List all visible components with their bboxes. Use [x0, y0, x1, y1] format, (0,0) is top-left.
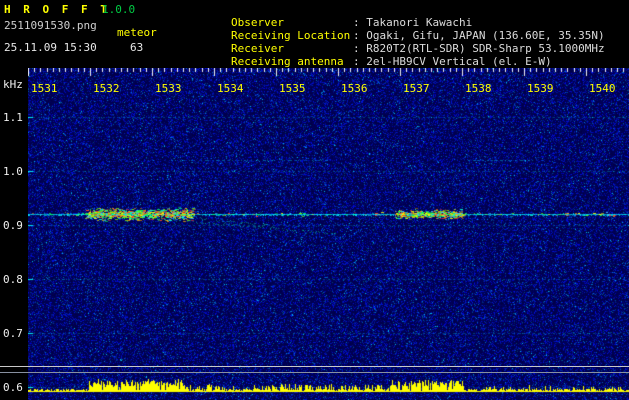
info-value: : 2el-HB9CV Vertical (el. E-W)	[353, 55, 552, 68]
output-filename: 2511091530.png	[4, 19, 97, 32]
app-version: 1.0.0	[102, 3, 135, 16]
x-tick-label: 1538	[465, 82, 492, 95]
y-tick-label: 0.8	[3, 273, 23, 286]
x-tick-label: 1534	[217, 82, 244, 95]
header: H R O F F T 1.0.0 2511091530.png meteor …	[0, 0, 629, 68]
x-tick-label: 1533	[155, 82, 182, 95]
info-label: Receiving antenna	[231, 55, 353, 68]
x-tick-label: 1531	[31, 82, 58, 95]
observer-info-block: Observer: Takanori Kawachi Receiving Loc…	[178, 3, 605, 55]
y-axis-unit: kHz	[3, 78, 23, 91]
timestamp-label: 25.11.09 15:30	[4, 41, 97, 54]
signal-meter-line-lower	[0, 372, 629, 373]
x-tick-label: 1535	[279, 82, 306, 95]
app-title: H R O F F T	[4, 3, 110, 16]
signal-meter-line-upper	[0, 366, 629, 367]
info-label: Receiving Location	[231, 29, 353, 42]
x-tick-label: 1532	[93, 82, 120, 95]
hrofft-output-screen: H R O F F T 1.0.0 2511091530.png meteor …	[0, 0, 629, 400]
info-label: Receiver	[231, 42, 353, 55]
y-tick-label: 0.9	[3, 219, 23, 232]
y-tick-label: 1.1	[3, 111, 23, 124]
info-label: Observer	[231, 16, 353, 29]
x-tick-label: 1540	[589, 82, 616, 95]
info-value: : R820T2(RTL-SDR) SDR-Sharp 53.1000MHz	[353, 42, 605, 55]
x-tick-label: 1537	[403, 82, 430, 95]
y-tick-label: 0.7	[3, 327, 23, 340]
info-row-observer: Observer: Takanori Kawachi	[178, 3, 605, 16]
spectrogram-canvas	[28, 68, 629, 400]
mode-label: meteor	[117, 26, 157, 39]
count-value: 63	[130, 41, 143, 54]
x-tick-label: 1539	[527, 82, 554, 95]
info-value: : Ogaki, Gifu, JAPAN (136.60E, 35.35N)	[353, 29, 605, 42]
y-tick-label: 1.0	[3, 165, 23, 178]
x-tick-label: 1536	[341, 82, 368, 95]
info-value: : Takanori Kawachi	[353, 16, 472, 29]
y-tick-label: 0.6	[3, 381, 23, 394]
